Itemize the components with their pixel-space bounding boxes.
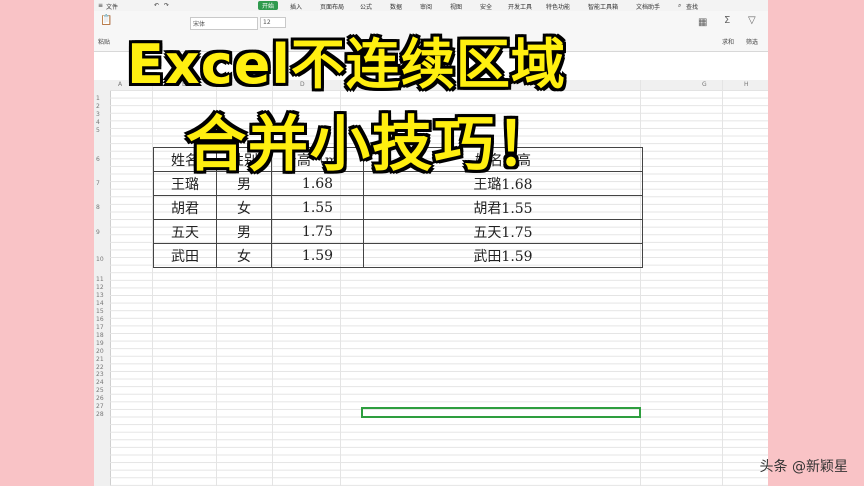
grid-divider [152, 80, 153, 486]
tab-review[interactable]: 审阅 [420, 2, 432, 11]
menu-icon[interactable]: ≡ [98, 2, 103, 9]
row-header[interactable]: 17 [96, 324, 104, 331]
row-header[interactable]: 15 [96, 308, 104, 315]
row-header[interactable]: 6 [96, 156, 100, 163]
filter-icon[interactable]: ▽ [748, 15, 756, 26]
column-header[interactable]: A [118, 81, 122, 88]
grid-divider [722, 80, 723, 486]
row-header[interactable]: 8 [96, 204, 100, 211]
row-header[interactable]: 2 [96, 103, 100, 110]
paste-icon[interactable]: 📋 [100, 15, 112, 26]
column-header[interactable]: H [744, 81, 749, 88]
tab-security[interactable]: 安全 [480, 2, 492, 11]
table-cell[interactable]: 胡君 [153, 195, 217, 220]
paste-label[interactable]: 粘贴 [98, 37, 110, 46]
sum-label[interactable]: 求和 [722, 37, 734, 46]
row-header-bar: 1 2 3 4 5 6 7 8 9 10 11 12 13 14 15 16 17 18 19 20 21 22 23 24 2… [94, 90, 111, 486]
tab-formula[interactable]: 公式 [360, 2, 372, 11]
table-cell[interactable]: 1.55 [271, 195, 364, 220]
row-header[interactable]: 23 [96, 371, 104, 378]
watermark: 头条 @新颖星 [759, 459, 848, 475]
table-cell[interactable]: 1.59 [271, 243, 364, 268]
row-header[interactable]: 26 [96, 395, 104, 402]
overlay-title-line1: Excel不连续区域 [127, 33, 566, 96]
row-header[interactable]: 22 [96, 364, 104, 371]
row-header[interactable]: 3 [96, 111, 100, 118]
row-header[interactable]: 4 [96, 119, 100, 126]
tab-view[interactable]: 视图 [450, 2, 462, 11]
tab-page-layout[interactable]: 页面布局 [320, 2, 344, 11]
table-cell[interactable]: 武田1.59 [363, 243, 643, 268]
selected-cell[interactable] [361, 407, 641, 418]
row-header[interactable]: 28 [96, 411, 104, 418]
tab-doc-assistant[interactable]: 文档助手 [636, 2, 660, 11]
row-header[interactable]: 12 [96, 284, 104, 291]
tab-special[interactable]: 特色功能 [546, 2, 570, 11]
table-cell[interactable]: 胡君1.55 [363, 195, 643, 220]
row-header[interactable]: 14 [96, 300, 104, 307]
row-header[interactable]: 5 [96, 127, 100, 134]
undo-icon[interactable]: ↶ [154, 2, 159, 9]
redo-icon[interactable]: ↷ [164, 2, 169, 9]
column-header[interactable]: G [702, 81, 707, 88]
assistant-icon[interactable]: ▦ [698, 17, 707, 28]
tab-insert[interactable]: 插入 [290, 2, 302, 11]
tab-toolbox[interactable]: 智能工具箱 [588, 2, 618, 11]
sum-icon[interactable]: Σ [724, 15, 730, 26]
menu-bar: ≡ 文件 ↶ ↷ 开始 插入 页面布局 公式 数据 审阅 视图 安全 开发工具 … [94, 0, 768, 11]
row-header[interactable]: 11 [96, 276, 104, 283]
grid-divider [640, 80, 641, 486]
row-header[interactable]: 20 [96, 348, 104, 355]
filter-label[interactable]: 筛选 [746, 37, 758, 46]
table-row: 五天 男 1.75 五天1.75 [153, 219, 643, 244]
table-row: 胡君 女 1.55 胡君1.55 [153, 195, 643, 220]
table-cell[interactable]: 五天 [153, 219, 217, 244]
search-icon[interactable]: ⌕ [678, 2, 681, 10]
row-header[interactable]: 16 [96, 316, 104, 323]
table-cell[interactable]: 武田 [153, 243, 217, 268]
row-header[interactable]: 1 [96, 95, 100, 102]
row-header[interactable]: 24 [96, 379, 104, 386]
row-header[interactable]: 21 [96, 356, 104, 363]
row-header[interactable]: 25 [96, 387, 104, 394]
table-cell[interactable]: 女 [216, 195, 272, 220]
table-cell[interactable]: 五天1.75 [363, 219, 643, 244]
tab-file[interactable]: 文件 [106, 2, 118, 11]
tab-data[interactable]: 数据 [390, 2, 402, 11]
row-header[interactable]: 13 [96, 292, 104, 299]
tab-home[interactable]: 开始 [258, 1, 279, 10]
row-header[interactable]: 27 [96, 403, 104, 410]
table-cell[interactable]: 男 [216, 219, 272, 244]
row-header[interactable]: 10 [96, 256, 104, 263]
table-cell[interactable]: 1.75 [271, 219, 364, 244]
row-header[interactable]: 9 [96, 229, 100, 236]
row-header[interactable]: 18 [96, 332, 104, 339]
tab-find[interactable]: 查找 [686, 2, 698, 11]
table-cell[interactable]: 女 [216, 243, 272, 268]
table-row: 武田 女 1.59 武田1.59 [153, 243, 643, 268]
row-header[interactable]: 7 [96, 180, 100, 187]
row-header[interactable]: 19 [96, 340, 104, 347]
overlay-title-line2: 合并小技巧！ [186, 110, 558, 180]
tab-developer[interactable]: 开发工具 [508, 2, 532, 11]
